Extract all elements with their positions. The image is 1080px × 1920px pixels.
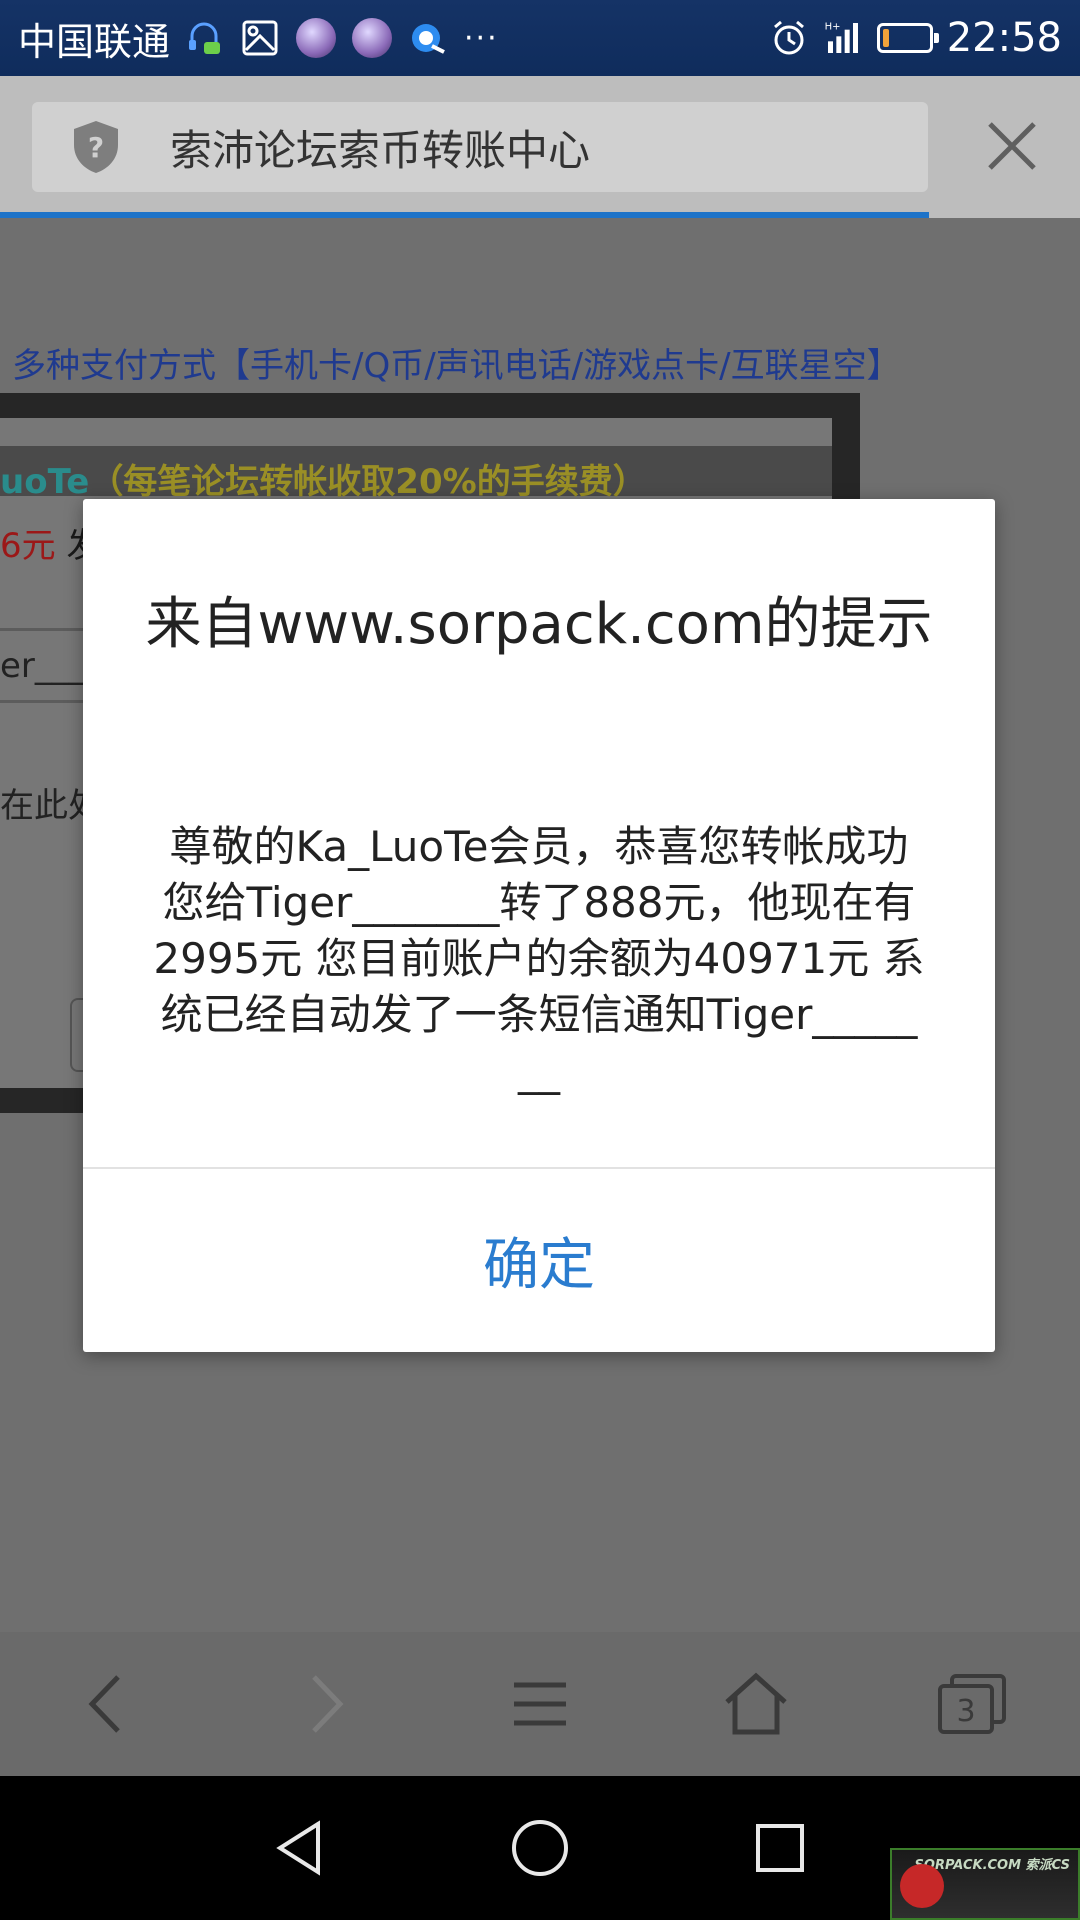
nav-recents-icon[interactable] [735, 1803, 825, 1893]
fee-note: uoTe（每笔论坛转帐收取20%的手续费） [0, 454, 647, 503]
nav-home-icon[interactable] [495, 1803, 585, 1893]
svg-text:H+: H+ [824, 22, 840, 33]
fee-username: uoTe [0, 462, 90, 502]
logo-icon [900, 1864, 944, 1908]
system-icons: H+ 22:58 [769, 15, 1062, 61]
notification-icons: ··· [184, 18, 499, 58]
page-title: 索沛论坛索币转账中心 [170, 125, 591, 175]
back-icon[interactable] [63, 1659, 153, 1749]
forward-icon[interactable] [279, 1659, 369, 1749]
more-notifications-icon: ··· [464, 20, 499, 56]
browser-toolbar: 3 [0, 1632, 1080, 1776]
payment-methods-link[interactable]: 多种支付方式【手机卡/Q币/声讯电话/游戏点卡/互联星空】 [12, 338, 901, 387]
price-value: 6元 [0, 526, 56, 566]
browser-title-bar: ? 索沛论坛索币转账中心 [0, 76, 1080, 218]
tabs-icon[interactable]: 3 [927, 1659, 1017, 1749]
app-avatar-icon [352, 18, 393, 58]
alarm-icon [769, 18, 809, 58]
fee-text: （每笔论坛转帐收取20%的手续费） [89, 462, 647, 502]
form-divider [0, 628, 90, 631]
carrier-name: 中国联通 [18, 19, 171, 64]
nav-back-icon[interactable] [255, 1803, 345, 1893]
address-bar[interactable]: ? 索沛论坛索币转账中心 [32, 102, 928, 192]
menu-icon[interactable] [495, 1659, 585, 1749]
alert-dialog: 来自www.sorpack.com的提示 尊敬的Ka_LuoTe会员，恭喜您转帐… [83, 499, 995, 1352]
app-avatar-icon [296, 18, 337, 58]
dialog-title: 来自www.sorpack.com的提示 [145, 592, 933, 657]
recipient-field-fragment[interactable]: er___ [0, 646, 86, 686]
status-bar: 中国联通 ··· H+ 22:58 [0, 0, 1080, 76]
image-icon [240, 18, 280, 58]
battery-level [882, 29, 890, 47]
clock: 22:58 [946, 15, 1062, 61]
battery-icon [876, 23, 939, 53]
close-icon[interactable] [982, 116, 1042, 176]
ok-button[interactable]: 确定 [83, 1169, 995, 1352]
dialog-message: 尊敬的Ka_LuoTe会员，恭喜您转帐成功 您给Tiger_______转了88… [153, 822, 925, 1095]
shield-icon[interactable]: ? [66, 117, 126, 177]
tabs-count: 3 [956, 1694, 975, 1729]
svg-text:?: ? [88, 131, 104, 164]
home-icon[interactable] [711, 1659, 801, 1749]
form-divider [0, 700, 90, 703]
signal-icon: H+ [823, 18, 863, 58]
site-watermark: SORPACK.COM 索派CS [890, 1848, 1080, 1920]
qq-browser-icon [408, 18, 448, 58]
headset-chat-icon [184, 18, 224, 58]
